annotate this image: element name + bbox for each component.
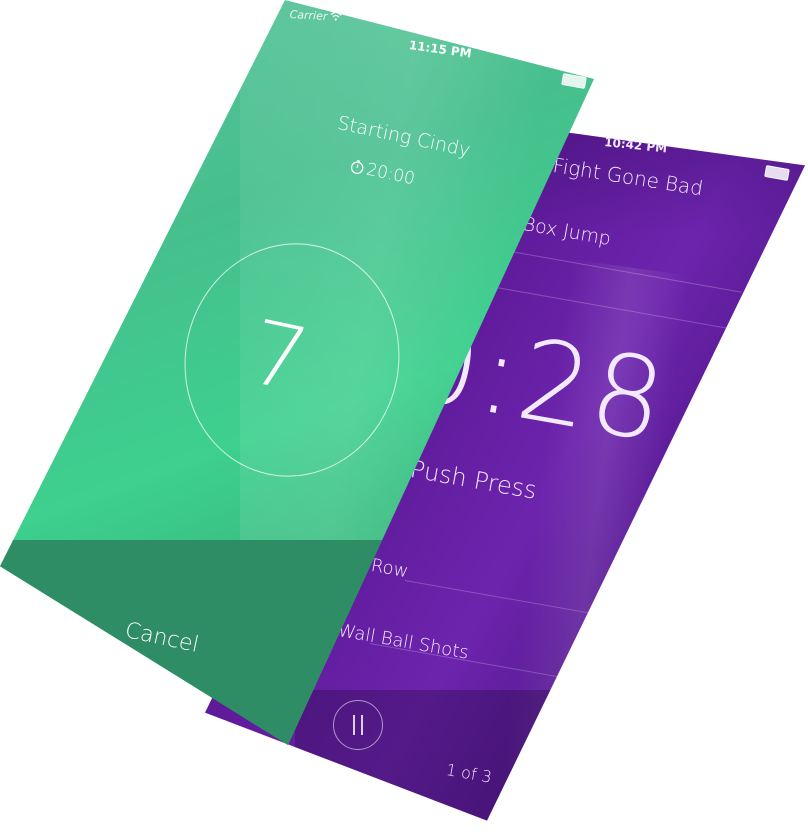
carrier-label: Carrier — [289, 8, 328, 23]
stopwatch-icon — [350, 160, 364, 175]
wifi-icon — [330, 11, 342, 21]
current-exercise-push-press[interactable]: Push Press — [408, 455, 539, 505]
app-showcase: 10:42 PM Fight Gone Bad Box Jump 0:28 Pu… — [0, 0, 808, 836]
pause-button[interactable] — [333, 700, 383, 750]
pause-icon — [353, 715, 355, 735]
pause-icon — [361, 715, 363, 735]
exercise-item-row[interactable]: Row — [369, 555, 410, 582]
